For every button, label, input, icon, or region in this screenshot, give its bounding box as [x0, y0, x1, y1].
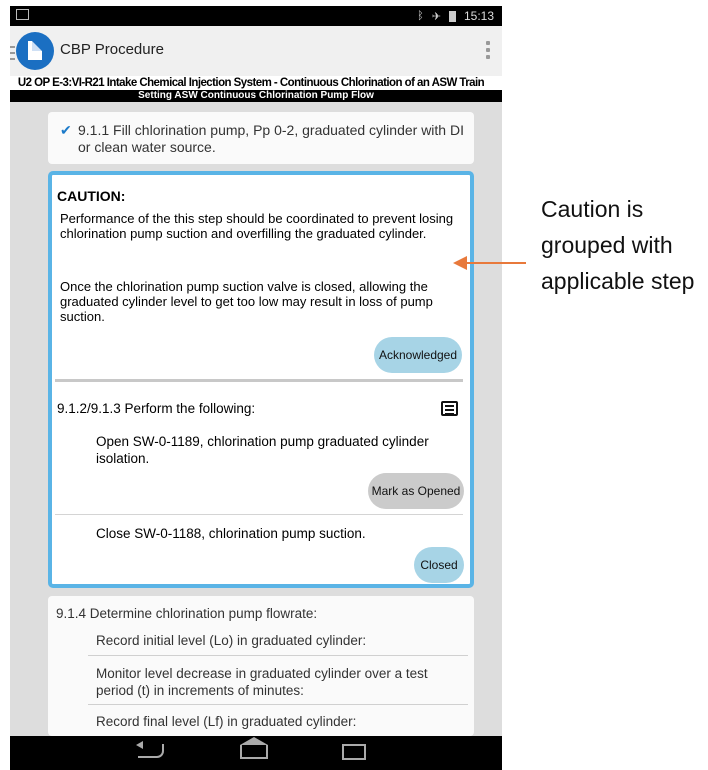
list-item: Monitor level decrease in graduated cyli… — [96, 666, 428, 698]
annotation-arrow-head — [453, 256, 467, 270]
app-bar: CBP Procedure — [10, 26, 502, 77]
back-icon[interactable] — [136, 741, 164, 758]
substep-divider — [55, 514, 463, 515]
tablet-screen: ᛒ ✈ 15:13 CBP Procedure U2 OP E-3:VI-R21… — [10, 6, 502, 770]
airplane-mode-icon: ✈ — [431, 10, 441, 23]
battery-icon — [448, 10, 456, 22]
step-label-9-1-2: 9.1.2/9.1.3 Perform the following: — [57, 401, 256, 416]
mark-as-opened-button[interactable]: Mark as Opened — [368, 473, 464, 509]
recent-apps-icon[interactable] — [342, 744, 366, 760]
step-card-9-1-4[interactable]: 9.1.4 Determine chlorination pump flowra… — [48, 596, 474, 736]
caution-paragraph-2: Once the chlorination pump suction valve… — [60, 279, 433, 324]
status-bar: ᛒ ✈ 15:13 — [10, 6, 502, 26]
step-label-9-1-4: 9.1.4 Determine chlorination pump flowra… — [56, 606, 318, 621]
section-title: Setting ASW Continuous Chlorination Pump… — [10, 90, 502, 102]
status-time: 15:13 — [463, 9, 494, 23]
home-icon[interactable] — [240, 737, 268, 759]
app-title: CBP Procedure — [60, 41, 164, 58]
caution-heading: CAUTION: — [57, 188, 126, 204]
substep-open-valve: Open SW-0-1189, chlorination pump gradua… — [96, 434, 429, 466]
step-card-9-1-1[interactable]: ✔ 9.1.1 Fill chlorination pump, Pp 0-2, … — [48, 112, 474, 164]
notes-icon[interactable] — [441, 401, 458, 416]
list-item: Record final level (Lf) in graduated cyl… — [96, 714, 357, 729]
caution-group: CAUTION: Performance of the this step sh… — [48, 171, 474, 588]
procedure-title: U2 OP E-3:VI-R21 Intake Chemical Injecti… — [10, 76, 502, 90]
section-divider — [55, 379, 463, 382]
closed-button[interactable]: Closed — [414, 547, 464, 583]
item-divider — [88, 704, 468, 705]
step-text: 9.1.1 Fill chlorination pump, Pp 0-2, gr… — [78, 122, 464, 155]
annotation-text: Caution is grouped with applicable step — [541, 196, 695, 294]
caution-paragraph-1: Performance of the this step should be c… — [60, 211, 454, 241]
overflow-menu-icon[interactable] — [486, 41, 490, 62]
navigation-bar — [10, 736, 502, 770]
list-item: Record initial level (Lo) in graduated c… — [96, 633, 367, 648]
bluetooth-icon: ᛒ — [417, 10, 424, 22]
annotation-arrow-line — [466, 262, 526, 264]
screenshot-notification-icon — [16, 9, 29, 20]
item-divider — [88, 655, 468, 656]
checkmark-icon: ✔ — [60, 122, 72, 138]
acknowledged-button[interactable]: Acknowledged — [374, 337, 462, 373]
drawer-indicator-icon[interactable] — [10, 46, 15, 60]
app-logo-icon[interactable] — [16, 32, 54, 70]
substep-close-valve: Close SW-0-1188, chlorination pump sucti… — [96, 526, 366, 541]
